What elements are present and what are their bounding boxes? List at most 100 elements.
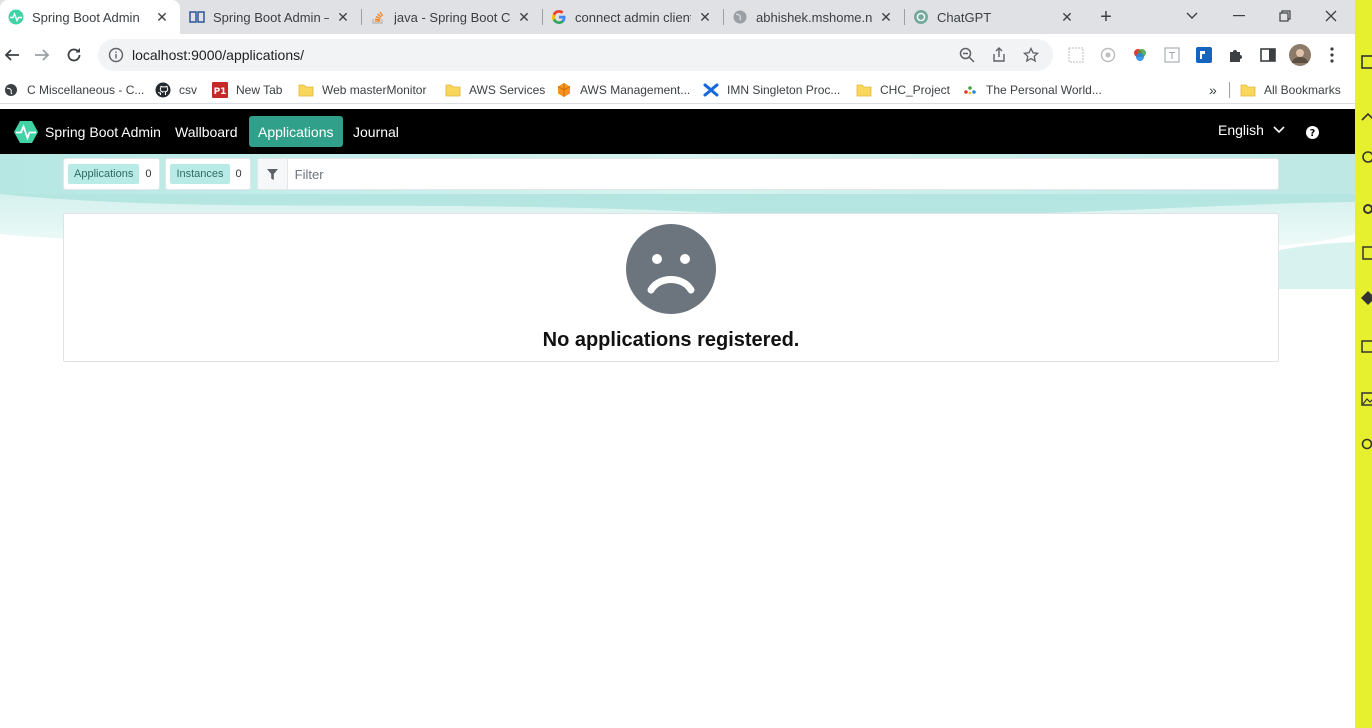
restore-icon bbox=[1279, 10, 1291, 22]
bookmark-folder[interactable]: AWS Services bbox=[445, 81, 545, 99]
book-icon bbox=[189, 9, 205, 25]
brand-link[interactable]: Spring Boot Admin bbox=[13, 120, 161, 144]
more-bookmarks-button[interactable]: » bbox=[1209, 81, 1217, 99]
tab-title: connect admin client bbox=[575, 9, 691, 25]
tab-search-button[interactable] bbox=[1178, 3, 1206, 29]
filter-icon bbox=[257, 159, 288, 189]
globe-icon bbox=[732, 9, 748, 25]
tab-title: Spring Boot Admin – bbox=[213, 9, 329, 25]
extension-icon[interactable] bbox=[1066, 45, 1086, 65]
nav-wallboard[interactable]: Wallboard bbox=[166, 116, 247, 147]
close-window-button[interactable] bbox=[1317, 3, 1345, 29]
nav-journal[interactable]: Journal bbox=[344, 116, 408, 147]
document-icon[interactable] bbox=[1361, 246, 1372, 260]
tab-google-search[interactable]: connect admin client ✕ bbox=[543, 0, 723, 34]
filter-input[interactable] bbox=[287, 166, 1278, 182]
tab-spring-boot-admin-docs[interactable]: Spring Boot Admin – ✕ bbox=[181, 0, 361, 34]
aws-icon bbox=[556, 82, 572, 98]
bookmark-item[interactable]: C Miscellaneous - C... bbox=[3, 81, 144, 99]
text-extension-icon[interactable]: T bbox=[1162, 45, 1182, 65]
browser-tab-strip: Spring Boot Admin ✕ Spring Boot Admin – … bbox=[0, 0, 1355, 34]
forward-button[interactable] bbox=[30, 43, 54, 67]
arrow-right-icon bbox=[35, 49, 50, 61]
side-panel-icon[interactable] bbox=[1258, 45, 1278, 65]
help-icon[interactable]: ? bbox=[1306, 126, 1319, 139]
url-text: localhost:9000/applications/ bbox=[132, 47, 305, 63]
filter-box bbox=[256, 158, 1279, 190]
svg-text:T: T bbox=[1168, 51, 1176, 62]
puzzle-icon[interactable] bbox=[1226, 45, 1246, 65]
reload-button[interactable] bbox=[62, 43, 86, 67]
link-icon[interactable] bbox=[1361, 150, 1372, 164]
close-icon bbox=[1325, 10, 1337, 22]
extension-icon[interactable] bbox=[1194, 45, 1214, 65]
bookmark-star-icon[interactable] bbox=[1021, 45, 1041, 65]
minimize-button[interactable] bbox=[1225, 3, 1253, 29]
bookmark-folder[interactable]: CHC_Project bbox=[856, 81, 950, 99]
tab-mshome[interactable]: abhishek.mshome.ne ✕ bbox=[724, 0, 904, 34]
confluence-icon bbox=[703, 82, 719, 98]
bookmark-label: Web masterMonitor bbox=[322, 83, 427, 97]
bookmark-item[interactable]: csv bbox=[155, 81, 197, 99]
avatar[interactable] bbox=[1288, 43, 1312, 67]
language-select[interactable]: English bbox=[1218, 122, 1285, 138]
panel-icon[interactable] bbox=[1361, 55, 1372, 69]
close-icon[interactable]: ✕ bbox=[697, 9, 713, 25]
bookmark-label: The Personal World... bbox=[986, 83, 1102, 97]
extension-icon[interactable] bbox=[1098, 45, 1118, 65]
diamond-icon[interactable] bbox=[1361, 291, 1372, 305]
bookmark-item[interactable]: AWS Management... bbox=[556, 81, 690, 99]
chevron-down-icon bbox=[1186, 12, 1198, 19]
bookmark-item[interactable]: P1 New Tab bbox=[212, 81, 282, 99]
tab-stackoverflow[interactable]: java - Spring Boot Cli ✕ bbox=[362, 0, 542, 34]
svg-text:?: ? bbox=[1310, 128, 1316, 139]
side-panel-strip bbox=[1355, 0, 1372, 728]
globe-icon bbox=[3, 82, 19, 98]
close-icon[interactable]: ✕ bbox=[335, 9, 351, 25]
gear-icon[interactable] bbox=[1361, 202, 1372, 216]
instances-chip: Instances bbox=[170, 164, 230, 184]
bookmark-label: All Bookmarks bbox=[1264, 83, 1341, 97]
zoom-icon[interactable] bbox=[957, 45, 977, 65]
close-icon[interactable]: ✕ bbox=[878, 9, 894, 25]
bookmark-item[interactable]: IMN Singleton Proc... bbox=[703, 81, 840, 99]
image-icon[interactable] bbox=[1361, 392, 1372, 406]
bookmark-folder[interactable]: Web masterMonitor bbox=[298, 81, 426, 99]
search-icon[interactable] bbox=[1361, 438, 1372, 452]
filter-bar: Applications 0 Instances 0 bbox=[63, 158, 1279, 190]
new-tab-button[interactable]: + bbox=[1094, 5, 1118, 29]
chevron-up-icon[interactable] bbox=[1361, 110, 1372, 124]
info-icon[interactable] bbox=[108, 47, 124, 63]
empty-state-card: No applications registered. bbox=[63, 213, 1279, 362]
stackoverflow-icon bbox=[370, 9, 386, 25]
minimize-icon bbox=[1233, 15, 1245, 17]
browser-toolbar: localhost:9000/applications/ T bbox=[0, 34, 1355, 76]
svg-text:P1: P1 bbox=[214, 87, 227, 97]
bookmark-label: IMN Singleton Proc... bbox=[727, 83, 841, 97]
color-picker-icon[interactable] bbox=[1130, 45, 1150, 65]
close-icon[interactable]: ✕ bbox=[154, 9, 170, 25]
address-bar[interactable]: localhost:9000/applications/ bbox=[98, 39, 1053, 71]
restore-button[interactable] bbox=[1271, 3, 1299, 29]
close-icon[interactable]: ✕ bbox=[516, 9, 532, 25]
tab-spring-boot-admin[interactable]: Spring Boot Admin ✕ bbox=[0, 0, 180, 34]
folder-icon bbox=[298, 82, 314, 98]
bookmark-item[interactable]: The Personal World... bbox=[962, 81, 1102, 99]
github-icon bbox=[155, 82, 171, 98]
bookmark-separator bbox=[1229, 82, 1230, 98]
share-icon[interactable] bbox=[989, 45, 1009, 65]
google-icon bbox=[551, 9, 567, 25]
calendar-icon[interactable] bbox=[1361, 339, 1372, 353]
tab-title: Spring Boot Admin bbox=[32, 9, 140, 25]
nav-applications[interactable]: Applications bbox=[249, 116, 343, 147]
brand-name: Spring Boot Admin bbox=[45, 124, 161, 140]
instances-counter: Instances 0 bbox=[165, 158, 251, 190]
bookmark-label: C Miscellaneous - C... bbox=[27, 83, 145, 97]
all-bookmarks-folder[interactable]: All Bookmarks bbox=[1240, 81, 1341, 99]
tab-chatgpt[interactable]: ChatGPT ✕ bbox=[905, 0, 1085, 34]
chatgpt-icon bbox=[913, 9, 929, 25]
back-button[interactable] bbox=[0, 43, 24, 67]
more-options-icon[interactable] bbox=[1322, 45, 1342, 65]
folder-icon bbox=[445, 82, 461, 98]
close-icon[interactable]: ✕ bbox=[1059, 9, 1075, 25]
